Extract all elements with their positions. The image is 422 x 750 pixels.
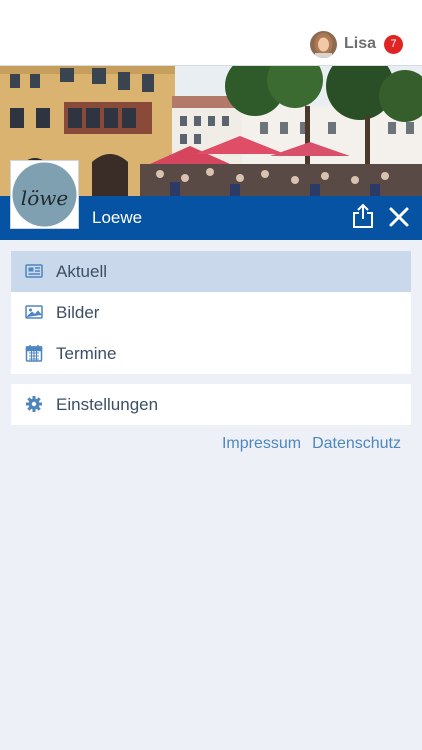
datenschutz-link[interactable]: Datenschutz — [312, 435, 401, 453]
group-menu: Aktuell Bilder Termine — [11, 251, 411, 374]
menu-item-einstellungen[interactable]: Einstellungen — [11, 384, 411, 425]
user-menu[interactable]: Lisa 7 — [309, 30, 403, 58]
menu-item-label: Bilder — [56, 302, 100, 322]
impressum-link[interactable]: Impressum — [222, 435, 301, 453]
gear-icon — [25, 395, 43, 413]
share-icon[interactable] — [352, 203, 374, 229]
menu-item-label: Aktuell — [56, 261, 108, 281]
close-icon[interactable] — [388, 206, 410, 228]
image-icon — [25, 303, 43, 321]
group-logo: löwe — [10, 160, 79, 229]
menu-item-label: Einstellungen — [56, 394, 159, 414]
footer-links: Impressum Datenschutz — [211, 435, 401, 453]
user-name[interactable]: Lisa — [344, 35, 376, 53]
logo-text: löwe — [21, 186, 68, 210]
menu-item-termine[interactable]: Termine — [11, 333, 411, 374]
menu-item-label: Termine — [56, 343, 117, 363]
avatar[interactable] — [309, 30, 337, 58]
settings-menu: Einstellungen — [11, 384, 411, 425]
notification-badge[interactable]: 7 — [384, 34, 403, 54]
menu-item-aktuell[interactable]: Aktuell — [11, 251, 411, 292]
calendar-icon — [25, 344, 43, 362]
newspaper-icon — [25, 262, 43, 280]
menu-item-bilder[interactable]: Bilder — [11, 292, 411, 333]
top-bar: Lisa 7 — [0, 0, 422, 66]
group-name: Loewe — [92, 208, 143, 227]
